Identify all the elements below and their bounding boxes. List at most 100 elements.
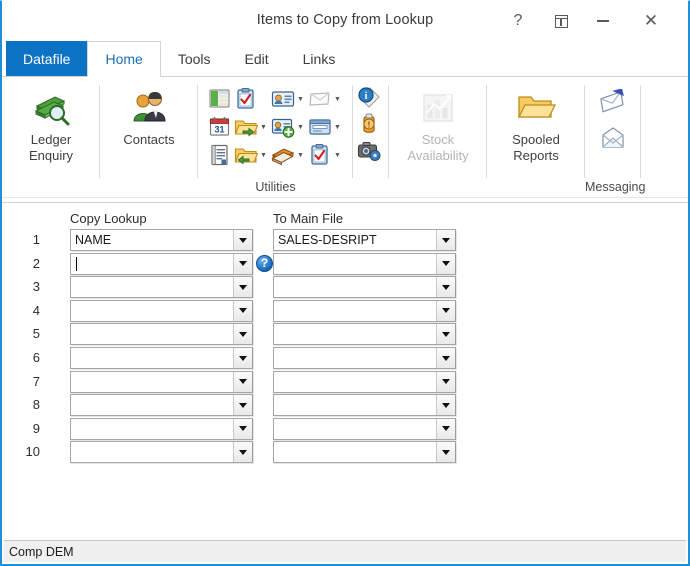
dock-button[interactable] — [546, 7, 576, 35]
alert-person-icon[interactable]: ! — [357, 112, 381, 136]
dropdown-arrow-button[interactable] — [436, 442, 455, 463]
info-tag-icon[interactable]: i — [357, 86, 381, 110]
utilities-cell[interactable] — [208, 85, 232, 113]
dropdown-arrow-button[interactable] — [436, 253, 455, 274]
dropdown-arrow-button[interactable] — [436, 395, 455, 416]
chevron-down-icon[interactable]: ▼ — [295, 143, 306, 167]
to-main-file-field-10[interactable] — [273, 441, 456, 464]
to-main-file-field-2[interactable] — [273, 252, 456, 275]
tab-edit[interactable]: Edit — [228, 41, 286, 76]
combo-value[interactable]: NAME — [71, 230, 233, 250]
ledger-enquiry-button[interactable]: Ledger Enquiry — [8, 81, 94, 164]
to-main-file-field-9[interactable] — [273, 417, 456, 440]
chevron-down-icon[interactable]: ▼ — [258, 115, 269, 139]
combo-value[interactable] — [71, 372, 233, 392]
tab-home[interactable]: Home — [87, 41, 161, 77]
dropdown-arrow-button[interactable] — [436, 348, 455, 368]
to-main-file-field-6[interactable] — [273, 347, 456, 369]
help-badge-icon[interactable]: ? — [256, 254, 273, 272]
chevron-down-icon[interactable]: ▼ — [258, 143, 269, 167]
combo-value[interactable] — [274, 442, 436, 462]
to-main-file-field-8[interactable] — [273, 394, 456, 417]
utilities-cell[interactable] — [208, 141, 232, 169]
combo-value[interactable] — [274, 324, 436, 344]
dropdown-arrow-button[interactable] — [436, 324, 455, 345]
chevron-down-icon[interactable]: ▼ — [332, 143, 343, 167]
dropdown-arrow-button[interactable] — [233, 442, 252, 463]
combo-value[interactable] — [71, 442, 233, 462]
minimize-button[interactable] — [588, 7, 618, 35]
combo-value[interactable] — [71, 324, 233, 344]
utilities-cell[interactable]: ▼ — [271, 141, 306, 169]
contacts-button[interactable]: Contacts — [106, 81, 192, 148]
combo-value[interactable] — [71, 419, 233, 439]
dropdown-arrow-button[interactable] — [233, 300, 252, 321]
dropdown-arrow-button[interactable] — [233, 277, 252, 298]
combo-value[interactable] — [274, 277, 436, 297]
combo-value[interactable] — [71, 395, 233, 415]
dropdown-arrow-button[interactable] — [233, 418, 252, 439]
combo-value[interactable] — [274, 301, 436, 321]
tab-links[interactable]: Links — [286, 41, 353, 76]
copy-lookup-field-9[interactable] — [70, 417, 253, 440]
dropdown-arrow-button[interactable] — [233, 324, 252, 345]
copy-lookup-field-2[interactable] — [70, 252, 253, 275]
combo-value[interactable] — [274, 419, 436, 439]
tab-datafile[interactable]: Datafile — [6, 41, 88, 76]
stock-availability-button[interactable]: Stock Availability — [395, 81, 481, 164]
dropdown-arrow-button[interactable] — [436, 300, 455, 321]
copy-lookup-field-1[interactable]: NAME — [70, 229, 253, 251]
combo-value[interactable] — [274, 348, 436, 368]
utilities-cell[interactable]: ▼ — [271, 113, 306, 141]
combo-value[interactable] — [71, 348, 233, 368]
open-mail-icon[interactable] — [599, 125, 627, 151]
combo-value[interactable] — [274, 254, 436, 274]
utilities-cell[interactable]: ▼ — [234, 113, 269, 141]
dropdown-arrow-button[interactable] — [436, 230, 455, 250]
to-main-file-field-4[interactable] — [273, 299, 456, 322]
dropdown-arrow-button[interactable] — [233, 395, 252, 416]
camera-settings-icon[interactable] — [357, 138, 381, 162]
dropdown-arrow-button[interactable] — [436, 277, 455, 298]
copy-lookup-field-5[interactable] — [70, 323, 253, 346]
copy-lookup-field-7[interactable] — [70, 370, 253, 393]
chevron-down-icon — [442, 379, 450, 385]
utilities-cell[interactable] — [234, 85, 269, 113]
to-main-file-field-7[interactable] — [273, 370, 456, 393]
chevron-down-icon[interactable]: ▼ — [295, 87, 306, 111]
combo-value[interactable] — [71, 254, 233, 274]
chevron-down-icon[interactable]: ▼ — [332, 115, 343, 139]
to-main-file-field-1[interactable]: SALES-DESRIPT — [273, 229, 456, 251]
chevron-down-icon[interactable]: ▼ — [332, 87, 343, 111]
utilities-cell[interactable]: ▼ — [308, 85, 343, 113]
tab-tools[interactable]: Tools — [161, 41, 228, 76]
utilities-cell[interactable]: 31 — [208, 113, 232, 141]
utilities-cell[interactable]: ▼ — [308, 141, 343, 169]
dropdown-arrow-button[interactable] — [436, 371, 455, 392]
spooled-reports-button[interactable]: Spooled Reports — [493, 81, 579, 164]
combo-value[interactable] — [71, 301, 233, 321]
combo-value[interactable] — [71, 277, 233, 297]
send-mail-icon[interactable] — [599, 88, 627, 115]
utilities-cell[interactable]: ▼ — [308, 113, 343, 141]
dropdown-arrow-button[interactable] — [436, 418, 455, 439]
utilities-cell[interactable]: ▼ — [234, 141, 269, 169]
combo-value[interactable] — [274, 372, 436, 392]
copy-lookup-field-6[interactable] — [70, 347, 253, 369]
copy-lookup-field-8[interactable] — [70, 394, 253, 417]
combo-value[interactable] — [274, 395, 436, 415]
dropdown-arrow-button[interactable] — [233, 253, 252, 274]
dropdown-arrow-button[interactable] — [233, 348, 252, 368]
combo-value[interactable]: SALES-DESRIPT — [274, 230, 436, 250]
copy-lookup-field-3[interactable] — [70, 276, 253, 299]
to-main-file-field-5[interactable] — [273, 323, 456, 346]
close-button[interactable]: ✕ — [636, 7, 666, 35]
utilities-cell[interactable]: ▼ — [271, 85, 306, 113]
to-main-file-field-3[interactable] — [273, 276, 456, 299]
chevron-down-icon[interactable]: ▼ — [295, 115, 306, 139]
help-button[interactable]: ? — [503, 7, 533, 35]
dropdown-arrow-button[interactable] — [233, 230, 252, 250]
copy-lookup-field-4[interactable] — [70, 299, 253, 322]
copy-lookup-field-10[interactable] — [70, 441, 253, 464]
dropdown-arrow-button[interactable] — [233, 371, 252, 392]
